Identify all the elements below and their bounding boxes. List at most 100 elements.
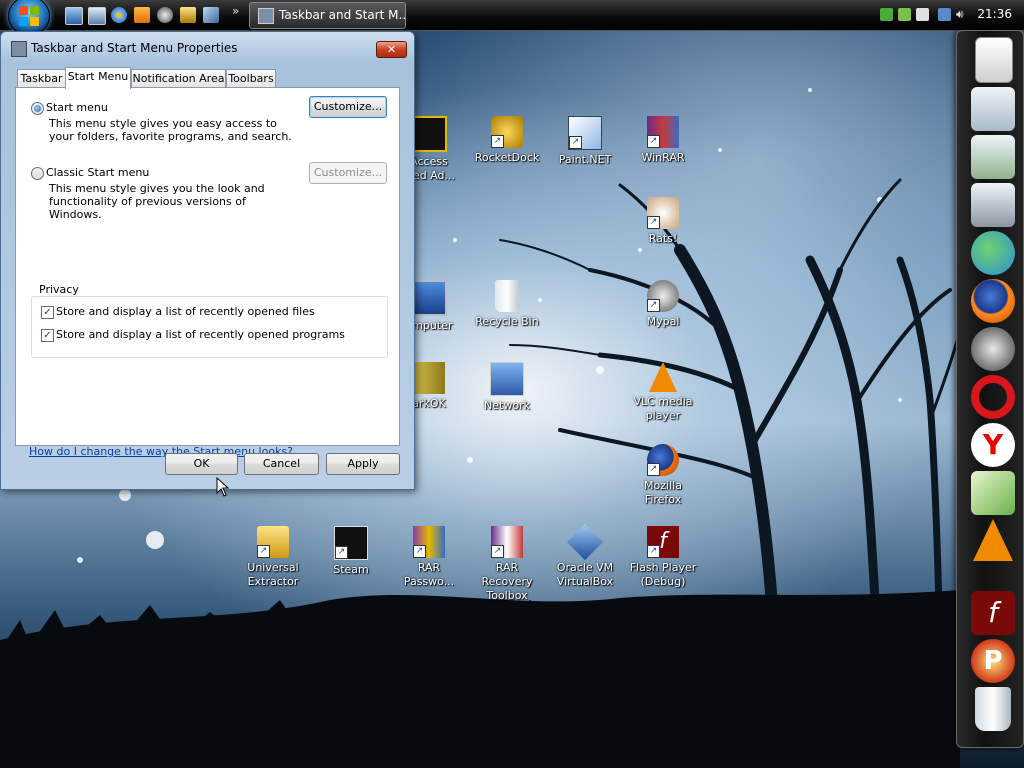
taskbar-button-label: Taskbar and Start M... [279,8,406,22]
notepad-icon[interactable] [971,471,1015,515]
vlc-dock-icon[interactable] [973,519,1013,561]
recent-files-checkbox[interactable]: ✓ [41,306,54,319]
paint-net-icon: ↗ [568,116,602,150]
speaker-app-icon[interactable] [180,7,196,23]
dialog-title-icon [11,41,27,57]
media-player-icon[interactable] [134,7,150,23]
desktop-icon-network[interactable]: Network [469,362,545,413]
recent-programs-label[interactable]: Store and display a list of recently ope… [56,328,345,341]
start-menu-label[interactable]: Start menu [46,101,108,114]
system-tray: 🔊︎ 21:36 [874,0,1024,30]
apply-button[interactable]: Apply [326,453,400,475]
classic-start-menu-radio[interactable] [31,167,44,180]
rar-password-icon: ↗ [413,526,445,558]
desktop-icon-rar-recovery[interactable]: ↗ RAR Recovery Toolbox [469,526,545,603]
desktop-icon-virtualbox[interactable]: Oracle VM VirtualBox [547,523,623,589]
customize-start-menu-button[interactable]: Customize... [309,96,387,118]
dialog-title: Taskbar and Start Menu Properties [31,41,238,55]
mypal-icon: ↗ [647,280,679,312]
recent-files-label[interactable]: Store and display a list of recently ope… [56,305,315,318]
desktop-icon-label: RocketDock [474,151,540,164]
firefox-icon: ↗ [647,444,679,476]
properties-dialog: Taskbar and Start Menu Properties ✕ Task… [0,31,415,490]
desktop-icon-universal-extractor[interactable]: ↗ Universal Extractor [235,526,311,589]
classic-start-menu-label[interactable]: Classic Start menu [46,166,149,179]
tray-app-icon-3[interactable] [916,8,929,21]
desktop-icon-flash-player[interactable]: f ↗ Flash Player (Debug) [625,526,701,589]
desktop-icon-label: Universal Extractor [247,561,299,588]
messenger-icon[interactable] [971,231,1015,275]
desktop-icon-recycle-bin[interactable]: Recycle Bin [469,280,545,329]
flash-icon[interactable]: f [971,591,1015,635]
close-button[interactable]: ✕ [376,41,407,58]
taskbar: e » Taskbar and Start M... 🔊︎ 21:36 [0,0,1024,36]
winrar-icon: ↗ [647,116,679,148]
internet-explorer-icon[interactable]: e [111,7,127,23]
folder-green-icon[interactable] [971,135,1015,179]
volume-tray-icon[interactable]: 🔊︎ [956,8,969,21]
rocketdock-bar: Y f P [956,30,1024,748]
start-menu-description: This menu style gives you easy access to… [49,117,292,143]
tab-start-menu[interactable]: Start Menu [65,67,131,89]
desktop-icon-rocketdock[interactable]: ↗ RocketDock [469,116,545,165]
vlc-icon [649,362,677,392]
desktop-icon-label: Mozilla Firefox [644,479,682,506]
desktop-icon-label: Network [484,399,530,412]
yandex-icon[interactable]: Y [971,423,1015,467]
tray-app-icon-1[interactable] [880,8,893,21]
desktop-icon-label: Mypal [646,315,680,328]
folder-gear-icon[interactable] [971,183,1015,227]
desktop-icon-firefox[interactable]: ↗ Mozilla Firefox [625,444,701,507]
show-desktop-icon[interactable] [65,7,83,25]
tray-app-icon-2[interactable] [898,8,911,21]
classic-start-menu-description: This menu style gives you the look and f… [49,182,265,221]
taskbar-clock[interactable]: 21:36 [977,7,1012,21]
ok-button[interactable]: OK [165,453,238,475]
trash-icon[interactable] [975,687,1011,731]
tab-toolbars[interactable]: Toolbars [226,69,276,88]
quick-launch-more-button[interactable]: » [232,4,239,18]
firefox-dock-icon[interactable] [971,279,1015,323]
tab-taskbar[interactable]: Taskbar [17,69,66,88]
cancel-button[interactable]: Cancel [244,453,319,475]
taskbar-button-properties[interactable]: Taskbar and Start M... [249,2,406,29]
desktop-icon-label: VLC media player [633,395,693,422]
access-denied-icon [411,116,447,152]
desktop-icon-label: Flash Player (Debug) [629,561,697,588]
properties-window-icon [258,8,274,24]
mouse-cursor-icon [216,477,230,497]
virtualbox-quicklaunch-icon[interactable] [203,7,219,23]
privacy-group-label: Privacy [37,283,81,296]
steam-icon: ↗ [334,526,368,560]
flash-player-icon: f ↗ [647,526,679,558]
pdf-icon[interactable]: P [971,639,1015,683]
desktop-icon-label: Oracle VM VirtualBox [556,561,614,588]
network-tray-icon[interactable] [938,8,951,21]
network-icon [490,362,524,396]
desktop-icon-steam[interactable]: ↗ Steam [313,526,389,577]
switch-windows-icon[interactable] [88,7,106,25]
desktop-icon-paint-net[interactable]: ↗ Paint.NET [547,116,623,167]
desktop-icon-mypal[interactable]: ↗ Mypal [625,280,701,329]
desktop-icon-rats[interactable]: ↗ Rats! [625,197,701,246]
desktop-icon-winrar[interactable]: ↗ WinRAR [625,116,701,165]
document-icon[interactable] [975,37,1013,83]
desktop-icon-label: Steam [333,563,369,576]
desktop-icon-label: Recycle Bin [475,315,539,328]
windows-logo-icon [19,6,39,26]
desktop-icon-vlc[interactable]: VLC media player [625,362,701,423]
opera-icon[interactable] [971,375,1015,419]
recent-programs-checkbox[interactable]: ✓ [41,329,54,342]
desktop-icon-label: WinRAR [641,151,685,164]
raccoon-icon[interactable] [971,327,1015,371]
folder-icon[interactable] [971,87,1015,131]
rocketdock-icon: ↗ [491,116,523,148]
desktop-icon-rar-password[interactable]: ↗ RAR Passwo... [391,526,467,589]
start-menu-radio[interactable] [31,102,44,115]
raccoon-app-icon[interactable] [157,7,173,23]
customize-classic-button[interactable]: Customize... [309,162,387,184]
recycle-bin-icon [495,280,519,312]
desktop-icon-label: Paint.NET [558,153,612,166]
tab-notification-area[interactable]: Notification Area [131,69,226,88]
archive-icon [413,362,445,394]
